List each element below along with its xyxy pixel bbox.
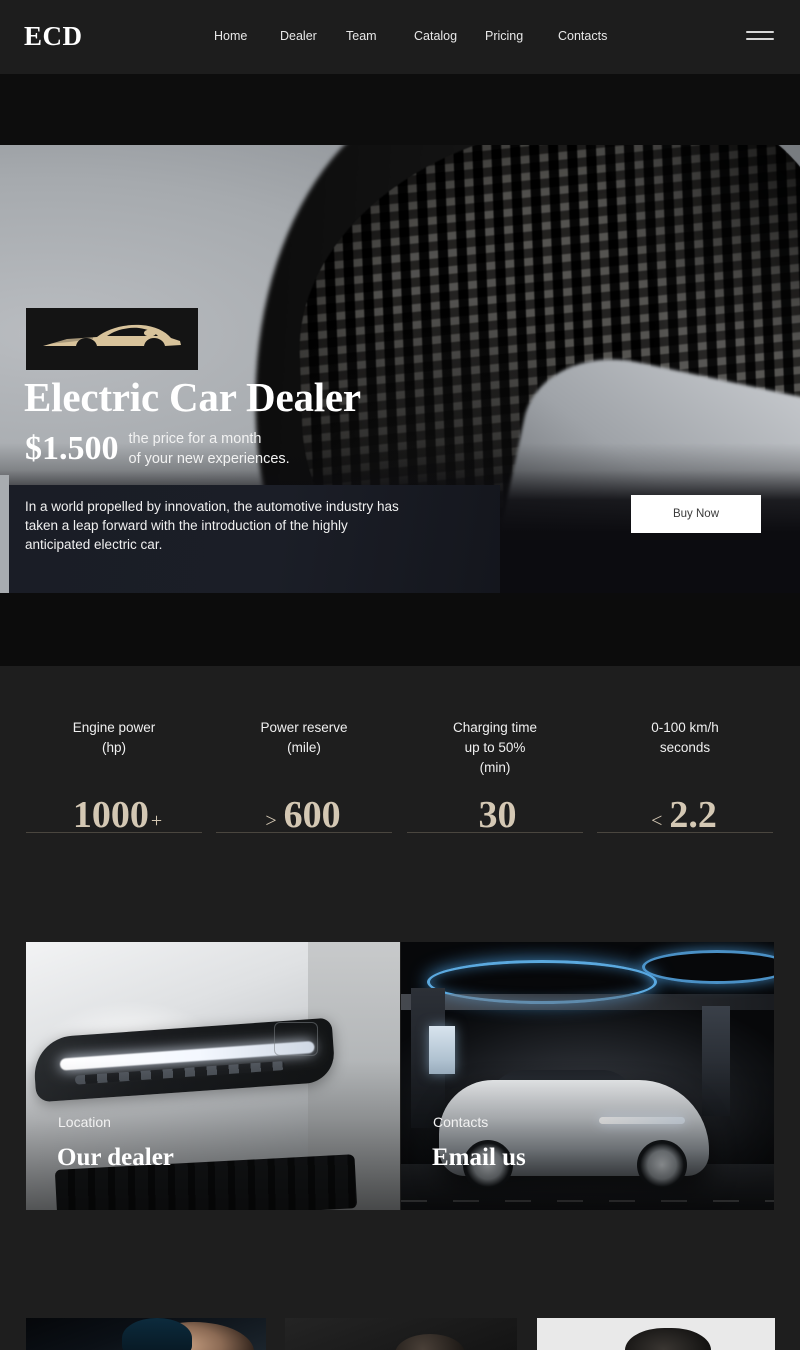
team-member-photo-1[interactable]: [26, 1318, 266, 1350]
primary-navigation: Home Dealer Team Catalog Pricing Contact…: [214, 29, 628, 43]
card-kicker: Location: [58, 1114, 111, 1130]
stat-number: 2.2: [669, 794, 717, 836]
nav-item-home[interactable]: Home: [214, 29, 280, 43]
stat-value: 1000 +: [26, 796, 202, 834]
nav-item-contacts[interactable]: Contacts: [558, 29, 628, 43]
stat-label: Engine power (hp): [72, 720, 156, 755]
card-kicker: Contacts: [433, 1114, 489, 1130]
hero-description: In a world propelled by innovation, the …: [25, 499, 399, 552]
nav-spacer: [0, 74, 800, 145]
stat-number: 30: [478, 794, 517, 836]
hero-section: Electric Car Dealer $1.500 the price for…: [0, 145, 800, 593]
card-gradient-overlay: [26, 1060, 400, 1210]
card-title: Our dealer: [57, 1144, 174, 1171]
hamburger-line: [746, 31, 774, 33]
stat-number: 1000: [72, 794, 149, 836]
stat-acceleration: 0-100 km/h seconds < 2.2: [597, 718, 773, 834]
stat-charging-time: Charging time up to 50% (min) 30: [407, 718, 583, 834]
ceiling-light-ring-secondary: [642, 950, 774, 984]
hero-price-value: $1.500: [25, 430, 119, 467]
team-section: [0, 1261, 800, 1350]
card-title: Email us: [432, 1144, 526, 1171]
nav-item-catalog[interactable]: Catalog: [414, 29, 485, 43]
team-member-photo-3[interactable]: [537, 1318, 775, 1350]
nav-item-dealer[interactable]: Dealer: [280, 29, 346, 43]
specs-section: Engine power (hp) 1000 + Power reserve (…: [0, 666, 800, 921]
feature-cards-section: Location Our dealer Contacts Email us: [0, 921, 800, 1261]
brand-logo[interactable]: ECD: [24, 23, 83, 50]
stat-value: 30: [407, 796, 583, 834]
hero-left-strip: [0, 475, 9, 593]
card-our-dealer[interactable]: Location Our dealer: [26, 942, 400, 1210]
stat-divider: [216, 832, 392, 833]
stat-suffix: +: [150, 810, 163, 832]
stat-prefix: <: [651, 810, 663, 832]
stat-label: Power reserve (mile): [260, 720, 348, 755]
card-gradient-overlay: [401, 1060, 774, 1210]
stat-label: Charging time up to 50% (min): [452, 720, 538, 775]
hero-title: Electric Car Dealer: [24, 374, 361, 420]
nav-item-team[interactable]: Team: [346, 29, 414, 43]
charge-port-flap: [274, 1022, 318, 1056]
stat-divider: [407, 832, 583, 833]
stat-value: > 600: [216, 796, 392, 834]
hero-price-caption-line1: the price for a month: [128, 431, 262, 447]
nav-item-pricing[interactable]: Pricing: [485, 29, 558, 43]
team-member-photo-2[interactable]: [285, 1318, 517, 1350]
hamburger-icon[interactable]: [746, 31, 774, 42]
stat-divider: [26, 832, 202, 833]
stat-value: < 2.2: [597, 796, 773, 834]
buy-now-button[interactable]: Buy Now: [631, 495, 761, 533]
navbar: ECD Home Dealer Team Catalog Pricing Con…: [0, 0, 800, 74]
hamburger-line: [746, 38, 774, 40]
stat-label: 0-100 km/h seconds: [651, 720, 719, 755]
stat-divider: [597, 832, 773, 833]
car-silhouette-icon: [26, 308, 198, 370]
stat-engine-power: Engine power (hp) 1000 +: [26, 718, 202, 834]
hero-price-block: $1.500 the price for a month of your new…: [25, 426, 290, 469]
card-email-us[interactable]: Contacts Email us: [401, 942, 774, 1210]
stat-number: 600: [283, 794, 341, 836]
stat-prefix: >: [265, 810, 277, 832]
hero-price-caption: the price for a month of your new experi…: [129, 429, 290, 469]
hero-bottom-spacer: [0, 593, 800, 666]
stat-power-reserve: Power reserve (mile) > 600: [216, 718, 392, 834]
hero-price-caption-line2: of your new experiences.: [128, 451, 290, 467]
